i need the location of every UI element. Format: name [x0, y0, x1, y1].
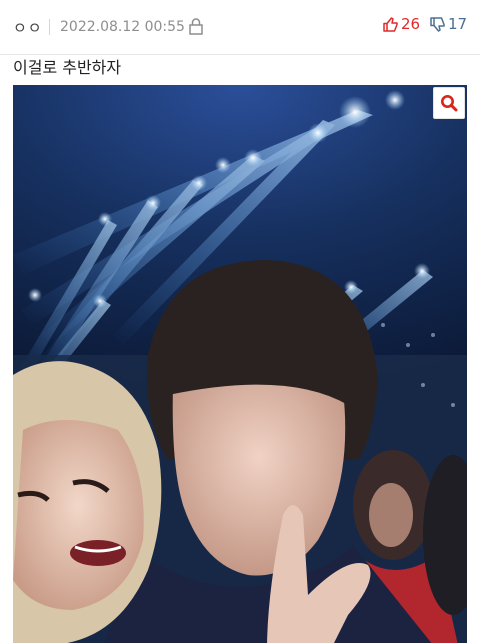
thumbs-down-icon [430, 16, 445, 32]
downvote-button[interactable]: 17 [430, 15, 467, 33]
zoom-button[interactable] [433, 87, 465, 119]
post-date: 2022.08.12 00:55 [60, 19, 185, 35]
zoom-icon [441, 95, 458, 112]
post-title: 이걸로 추반하자 [13, 58, 122, 77]
post-meta-bar: ㅇㅇ 2022.08.12 00:55 26 17 [0, 0, 480, 55]
thumbs-up-icon [383, 16, 398, 32]
upvote-count: 26 [401, 15, 421, 33]
upvote-button[interactable]: 26 [383, 15, 420, 33]
lock-icon [189, 18, 203, 39]
concert-photo [13, 90, 467, 643]
post-image[interactable] [13, 85, 467, 643]
downvote-count: 17 [448, 15, 468, 33]
author-name[interactable]: ㅇㅇ [13, 17, 43, 38]
meta-divider [49, 19, 50, 35]
